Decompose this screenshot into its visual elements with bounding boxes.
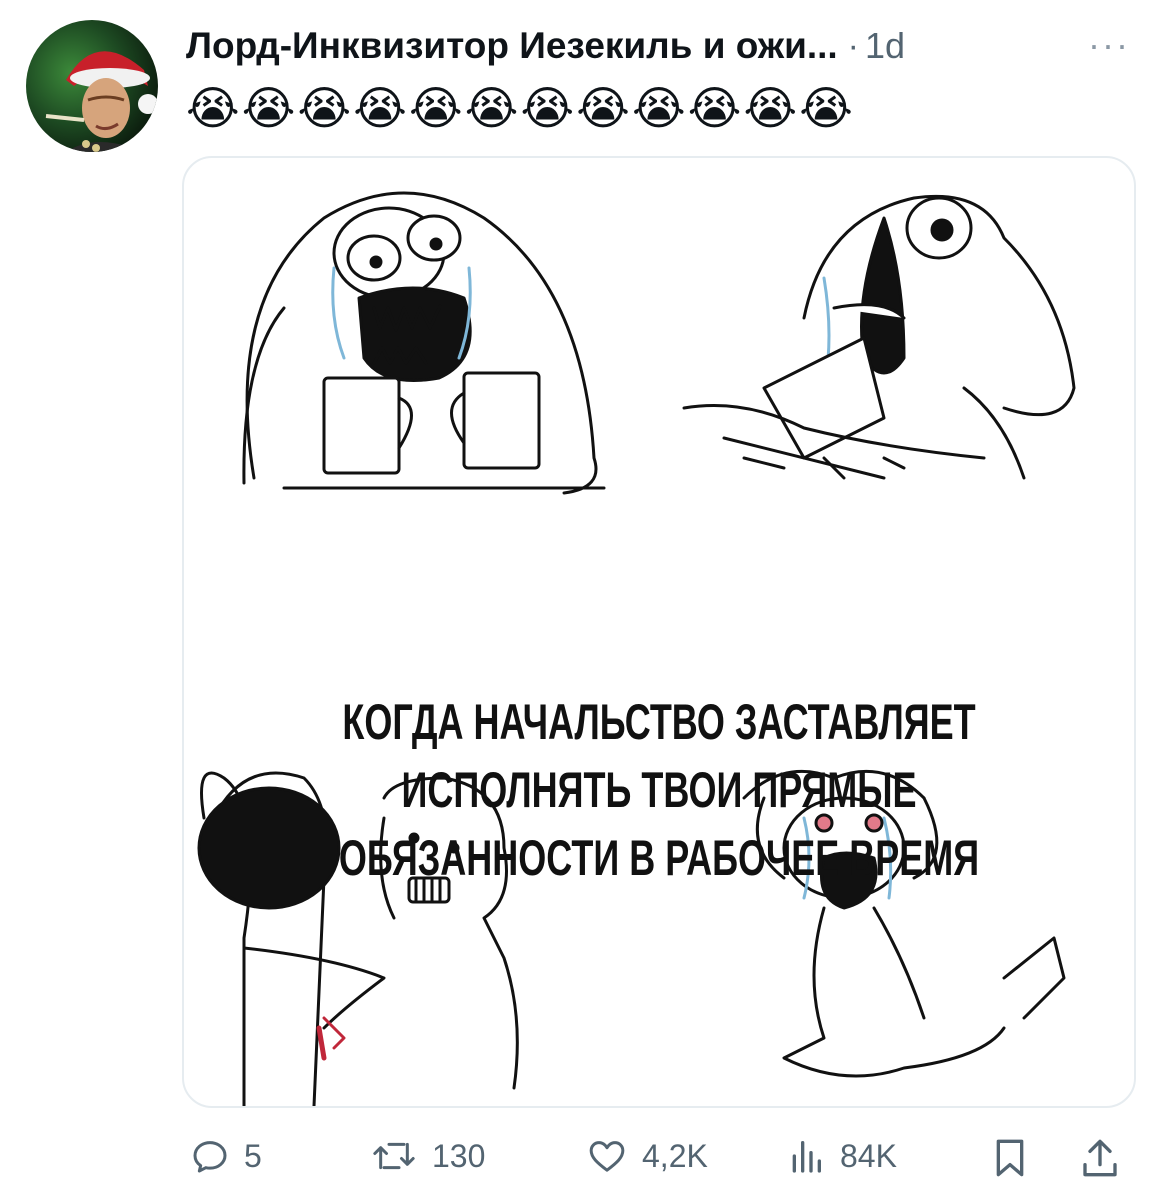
like-count: 4,2K: [642, 1137, 708, 1174]
share-icon: [1083, 1139, 1117, 1177]
heart-icon: [589, 1141, 625, 1172]
separator: ·: [847, 26, 859, 65]
reply-button[interactable]: 5: [190, 1136, 262, 1176]
panel-top-right: [682, 194, 1076, 480]
views-button[interactable]: 84K: [786, 1136, 897, 1176]
retweet-button[interactable]: 130: [370, 1136, 485, 1176]
avatar[interactable]: [26, 20, 158, 152]
avatar-image: [26, 20, 158, 152]
share-button[interactable]: [1080, 1136, 1120, 1180]
views-count: 84K: [840, 1137, 897, 1174]
bookmark-button[interactable]: [990, 1136, 1030, 1180]
tweet-media[interactable]: КОГДА НАЧАЛЬСТВО ЗАСТАВЛЯЕТ ИСПОЛНЯТЬ ТВ…: [182, 156, 1136, 1108]
retweet-icon: [373, 1142, 415, 1170]
panel-top-left: [242, 191, 606, 495]
more-options-icon[interactable]: ···: [1088, 24, 1130, 66]
author-name[interactable]: Лорд-Инквизитор Иезекиль и ожи...: [186, 25, 838, 67]
tweet-text: 😭😭😭😭😭😭😭😭😭😭😭😭: [186, 81, 855, 135]
meme-caption: КОГДА НАЧАЛЬСТВО ЗАСТАВЛЯЕТ ИСПОЛНЯТЬ ТВ…: [317, 688, 1001, 892]
reply-count: 5: [244, 1137, 262, 1174]
tweet-actions: 5 130 4,2K 84K: [180, 1128, 1140, 1188]
meme-drawing: [197, 191, 1076, 1106]
tweet-header: Лорд-Инквизитор Иезекиль и ожи... · 1d ·…: [186, 18, 1140, 74]
caption-line: ИСПОЛНЯТЬ ТВОИ ПРЯМЫЕ: [401, 762, 917, 818]
like-button[interactable]: 4,2K: [586, 1136, 708, 1176]
caption-line: ОБЯЗАННОСТИ В РАБОЧЕЕ ВРЕМЯ: [338, 830, 980, 886]
caption-line: КОГДА НАЧАЛЬСТВО ЗАСТАВЛЯЕТ: [342, 694, 976, 750]
bookmark-icon: [996, 1139, 1024, 1177]
timestamp[interactable]: 1d: [865, 25, 905, 67]
retweet-count: 130: [432, 1137, 486, 1174]
reply-icon: [193, 1141, 227, 1173]
views-icon: [792, 1141, 821, 1173]
